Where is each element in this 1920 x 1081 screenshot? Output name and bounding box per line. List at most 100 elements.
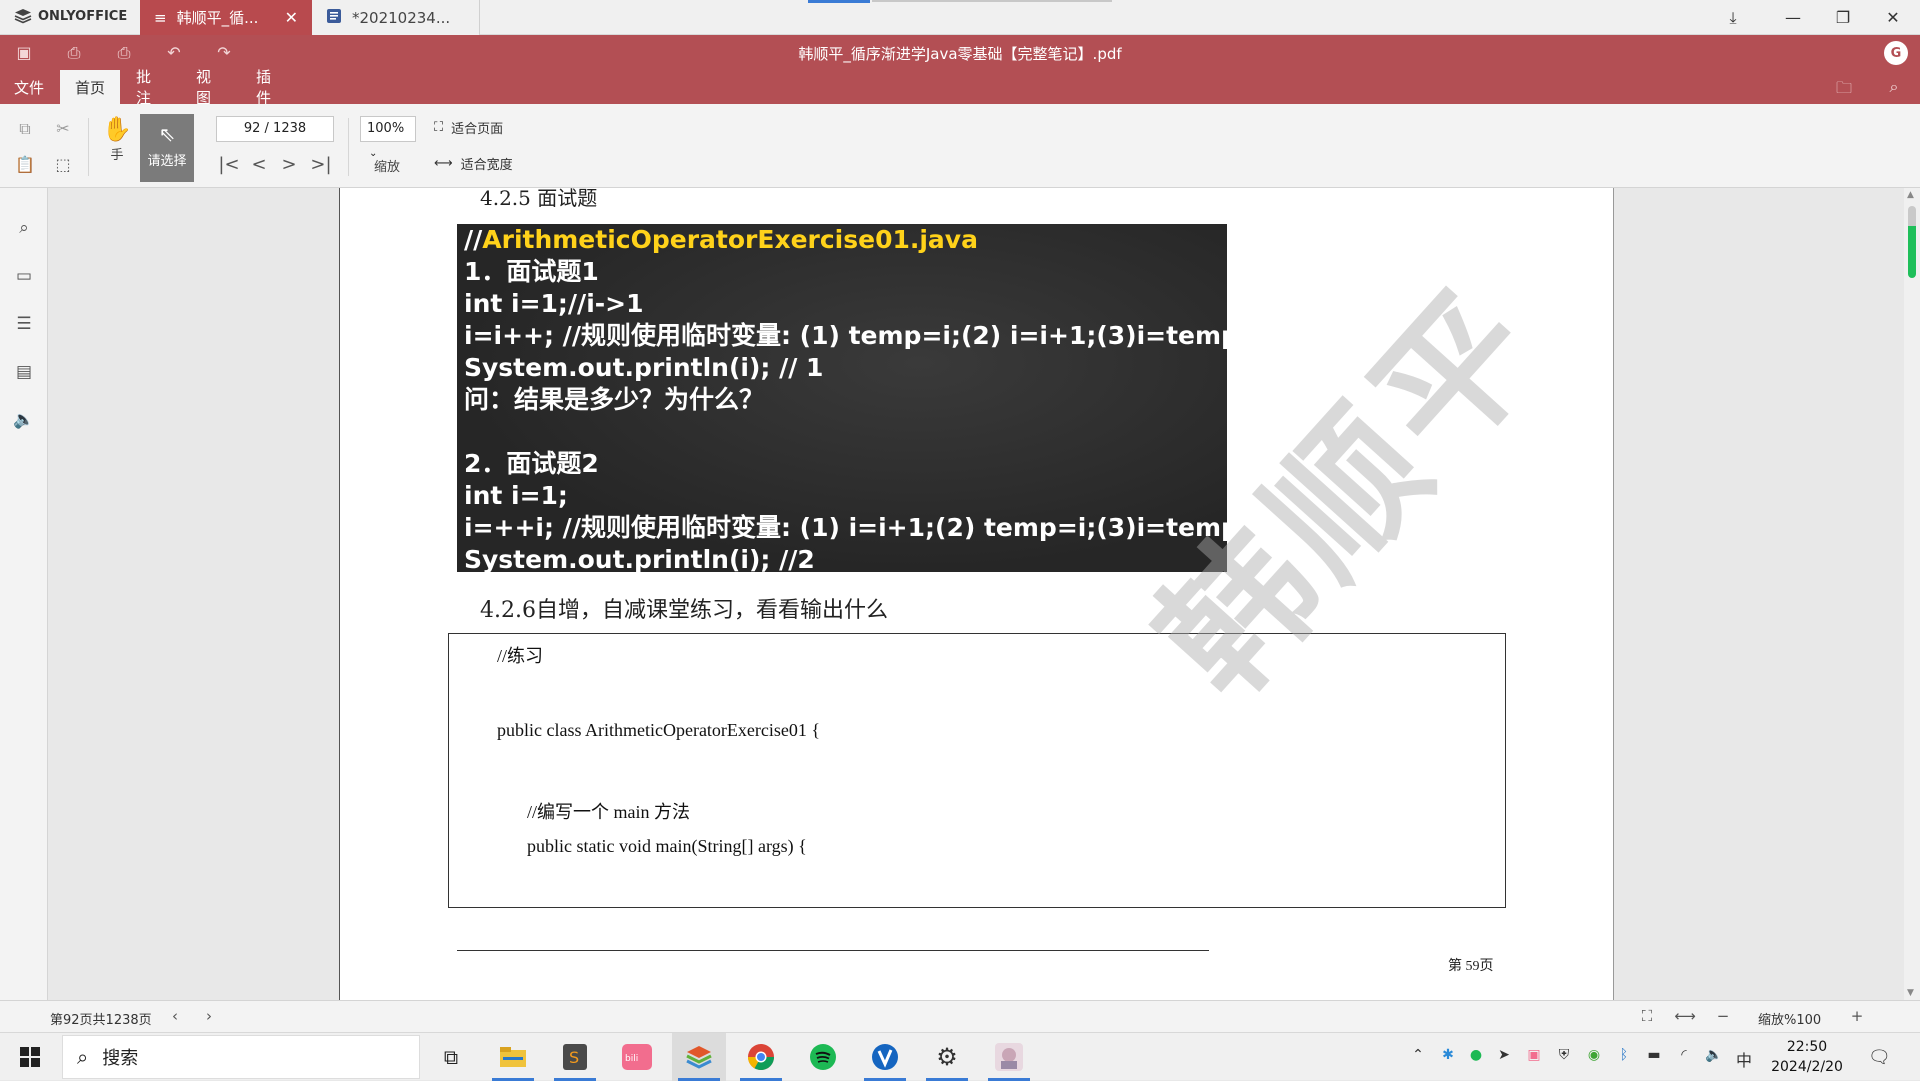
search-icon[interactable]: ⌕ — [1884, 77, 1904, 97]
copy-icon[interactable]: ⧉ — [14, 118, 36, 140]
hand-tool-button[interactable]: ✋ 手 — [100, 114, 134, 174]
download-icon[interactable]: ⤓ — [1708, 0, 1758, 35]
code-image-line: 2．面试题2 — [464, 449, 599, 478]
previous-page-icon[interactable]: ‹ — [164, 1007, 186, 1027]
tab-document-1[interactable]: ≡ 韩顺平_循... ✕ — [140, 0, 312, 35]
restore-button[interactable]: ❐ — [1818, 0, 1868, 35]
battery-icon[interactable]: ▬ — [1644, 1047, 1664, 1067]
spotify-icon[interactable] — [796, 1033, 850, 1081]
menu-home[interactable]: 首页 — [60, 70, 120, 104]
last-page-icon[interactable]: >| — [310, 154, 332, 176]
section-heading-4-2-6: 4.2.6自增，自减课堂练习，看看输出什么 — [480, 598, 888, 623]
wifi-icon[interactable]: ◜ — [1674, 1047, 1694, 1067]
vertical-scrollbar[interactable]: ▲ ▼ — [1904, 188, 1920, 1000]
bilibili-icon[interactable]: bili — [610, 1033, 664, 1081]
scroll-thumb[interactable] — [1908, 206, 1916, 278]
settings-gear-icon[interactable]: ⚙ — [920, 1033, 974, 1081]
menu-file[interactable]: 文件 — [0, 70, 58, 104]
bilibili-tray-icon[interactable]: ▣ — [1524, 1047, 1544, 1067]
code-image-line: //ArithmeticOperatorExercise01.java — [464, 225, 978, 254]
page-number-input[interactable]: 92 / 1238 — [216, 116, 334, 142]
tab-document-2[interactable]: *20210234... — [312, 0, 480, 35]
menu-view[interactable]: 视图 — [182, 68, 238, 107]
document-area[interactable]: 4.2.5 面试题 //ArithmeticOperatorExercise01… — [49, 188, 1904, 1000]
ime-indicator[interactable]: 中 — [1734, 1047, 1754, 1070]
chrome-icon[interactable] — [734, 1033, 788, 1081]
taskbar-search[interactable]: ⌕ 搜索 — [62, 1035, 420, 1079]
sublime-text-icon[interactable]: S — [548, 1033, 602, 1081]
scroll-down-icon[interactable]: ▼ — [1907, 988, 1914, 998]
spotify-tray-icon[interactable]: ● — [1466, 1047, 1486, 1067]
fit-page-label: 适合页面 — [451, 122, 504, 137]
windows-taskbar: ⌕ 搜索 ⧉ S bili ⚙ ⌃ ✱ ● ➤ ▣ ⛨ ◉ ᛒ ▬ ◜ 🔈 中 … — [0, 1032, 1920, 1081]
search-icon[interactable]: ⌕ — [12, 216, 36, 240]
fit-page-button[interactable]: ⛶ 适合页面 — [434, 118, 503, 137]
onlyoffice-taskbar-icon[interactable] — [672, 1033, 726, 1081]
code-line: public static void main(String[] args) { — [527, 836, 807, 856]
paste-icon[interactable]: 📋 — [14, 154, 36, 176]
speaker-icon[interactable]: 🔈 — [12, 408, 36, 432]
next-page-icon[interactable]: > — [278, 154, 300, 176]
code-listing-box: //练习 public class ArithmeticOperatorExer… — [448, 633, 1506, 908]
left-sidebar: ⌕ ▭ ☰ ▤ 🔈 — [0, 188, 48, 1000]
comments-icon[interactable]: ▭ — [12, 264, 36, 288]
zoom-out-icon[interactable]: − — [1712, 1007, 1734, 1027]
volume-icon[interactable]: 🔈 — [1704, 1047, 1724, 1067]
bluetooth-icon[interactable]: ᛒ — [1614, 1047, 1634, 1067]
tab-bar: ONLYOFFICE ≡ 韩顺平_循... ✕ *20210234... ⤓ —… — [0, 0, 1920, 35]
close-icon[interactable]: ✕ — [285, 8, 298, 27]
code-image-line: System.out.println(i); // 1 — [464, 353, 824, 382]
bluetooth-app-icon[interactable]: ✱ — [1438, 1047, 1458, 1067]
avatar[interactable]: G — [1884, 41, 1908, 65]
menu-plugins[interactable]: 插件 — [242, 68, 298, 107]
tab-label: *20210234... — [352, 8, 451, 27]
zoom-select[interactable]: 100% ⌄ — [360, 116, 416, 159]
zoom-label: 缩放 — [374, 160, 401, 175]
previous-page-icon[interactable]: < — [248, 154, 270, 176]
select-all-icon[interactable]: ⬚ — [52, 154, 74, 176]
status-bar: 第92页共1238页 ‹ › ⛶ ⟷ − 缩放%100 + — [0, 1000, 1920, 1032]
code-image-line: i=i++; //规则使用临时变量: (1) temp=i;(2) i=i+1;… — [464, 321, 1227, 350]
send-icon[interactable]: ➤ — [1494, 1047, 1514, 1067]
code-image-line: i=++i; //规则使用临时变量: (1) i=i+1;(2) temp=i;… — [464, 513, 1227, 542]
app-tray-icon[interactable]: ◉ — [1584, 1047, 1604, 1067]
cursor-icon: ⇖ — [158, 122, 176, 146]
start-button[interactable] — [0, 1033, 60, 1081]
code-image-line: 问：结果是多少？为什么？ — [464, 385, 765, 414]
minimize-button[interactable]: — — [1768, 0, 1818, 35]
code-image-line — [464, 416, 1220, 448]
app-logo: ONLYOFFICE — [14, 8, 127, 24]
svg-text:bili: bili — [625, 1054, 638, 1064]
chevron-up-icon[interactable]: ⌃ — [1408, 1047, 1428, 1067]
vscode-like-icon[interactable] — [858, 1033, 912, 1081]
shield-icon[interactable]: ⛨ — [1554, 1047, 1574, 1067]
close-window-button[interactable]: ✕ — [1868, 0, 1918, 35]
first-page-icon[interactable]: |< — [218, 154, 240, 176]
thumbnails-icon[interactable]: ▤ — [12, 360, 36, 384]
fit-width-icon[interactable]: ⟷ — [1674, 1007, 1696, 1027]
open-folder-icon[interactable]: 🗀 — [1834, 77, 1854, 97]
scroll-up-icon[interactable]: ▲ — [1907, 190, 1914, 200]
toolbar: ⧉ ✂ 📋 ⬚ ✋ 手 ⇖ 请选择 92 / 1238 |< < > >| 10… — [0, 104, 1920, 188]
menu-annotate[interactable]: 批注 — [122, 68, 178, 107]
fit-page-icon[interactable]: ⛶ — [1636, 1007, 1658, 1027]
anime-app-icon[interactable] — [982, 1033, 1036, 1081]
notification-icon[interactable]: 🗨 — [1868, 1047, 1891, 1068]
select-tool-button[interactable]: ⇖ 请选择 — [140, 114, 194, 182]
code-screenshot-image: //ArithmeticOperatorExercise01.java 1．面试… — [457, 224, 1227, 572]
search-icon: ⌕ — [77, 1045, 89, 1069]
windows-icon — [20, 1047, 40, 1067]
task-view-icon[interactable]: ⧉ — [424, 1033, 478, 1081]
navigation-icon[interactable]: ☰ — [12, 312, 36, 336]
next-page-icon[interactable]: › — [198, 1007, 220, 1027]
fit-width-button[interactable]: ⟷ 适合宽度 — [434, 154, 513, 173]
onlyoffice-logo-icon — [14, 9, 32, 24]
system-clock[interactable]: 22:50 2024/2/20 — [1762, 1037, 1852, 1077]
menu-lines-icon: ≡ — [154, 8, 167, 27]
cut-icon[interactable]: ✂ — [52, 118, 74, 140]
zoom-in-icon[interactable]: + — [1846, 1007, 1868, 1027]
footer-rule — [457, 950, 1209, 951]
clock-time: 22:50 — [1786, 1039, 1828, 1055]
file-explorer-icon[interactable] — [486, 1033, 540, 1081]
code-image-line: 1．面试题1 — [464, 257, 599, 286]
